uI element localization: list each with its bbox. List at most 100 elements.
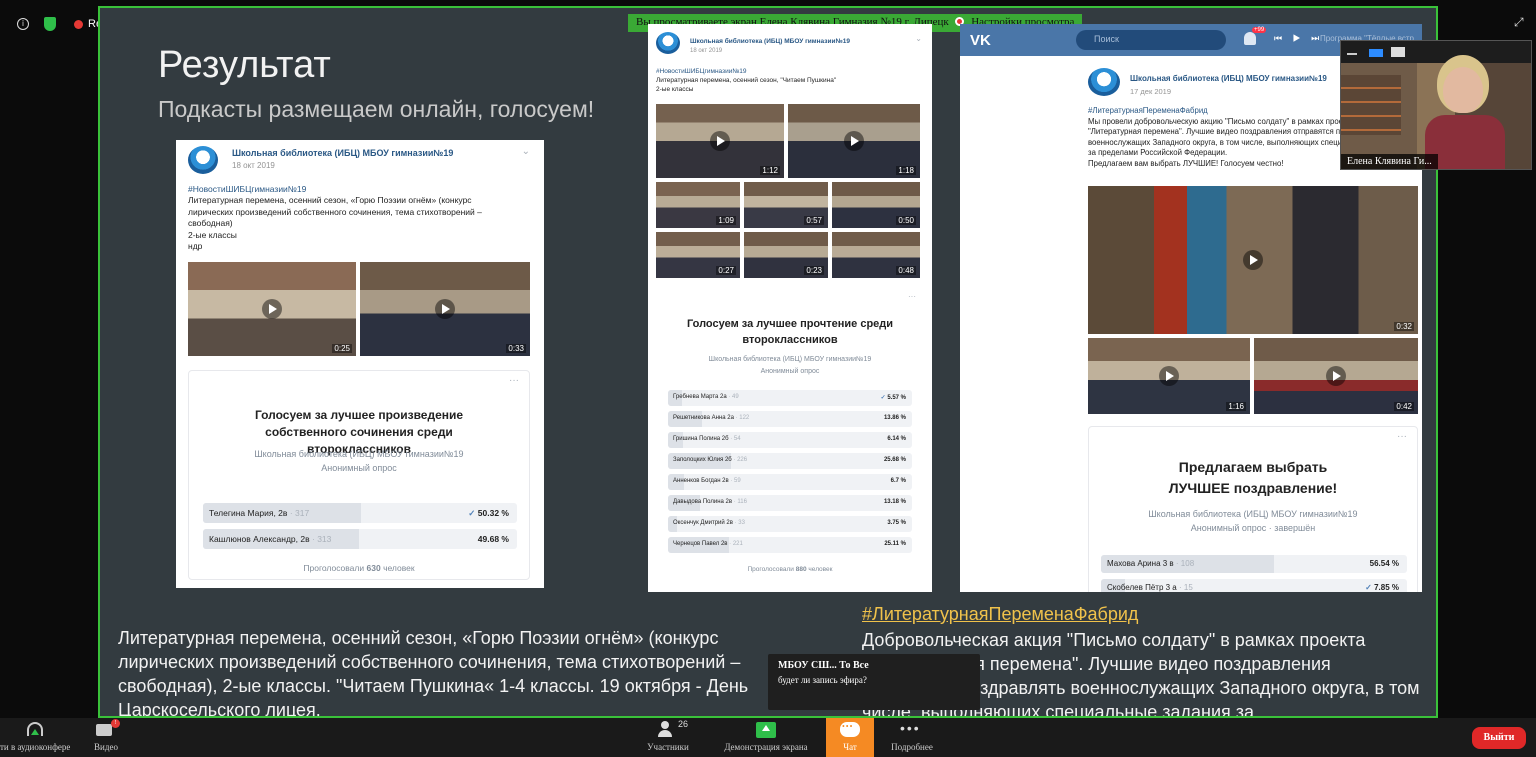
player-controls[interactable]: ⏮ ▶ ⏭ (1274, 33, 1323, 44)
minimize-icon[interactable] (1347, 53, 1357, 55)
option-name: Оксенчук Дмитрий 2в (673, 520, 733, 526)
poll-option[interactable]: Гребнева Марта 2а · 49 ✓ 5.57 % (668, 390, 912, 406)
slide-right-hashtag[interactable]: #ЛитературнаяПеременаФабрид (862, 604, 1138, 625)
poll-title: Предлагаем выбрать ЛУЧШЕЕ поздравление! (1168, 459, 1338, 496)
play-icon[interactable] (1159, 366, 1179, 386)
video-thumbnail[interactable]: 1:09 (656, 182, 740, 228)
video-duration: 1:16 (1226, 402, 1246, 411)
more-icon[interactable]: ··· (509, 375, 519, 386)
poll-option[interactable]: Скобелев Пётр 3 а · 15 ✓ 7.85 % (1101, 579, 1407, 592)
chat-button[interactable]: Чат (826, 718, 874, 757)
info-icon[interactable]: i (17, 18, 29, 30)
play-icon[interactable] (1326, 366, 1346, 386)
video-thumbnail[interactable]: 0:50 (832, 182, 920, 228)
post-body: Литературная перемена, осенний сезон, "Ч… (656, 76, 837, 84)
video-button[interactable]: ! Видео (80, 718, 132, 757)
voted-prefix: Проголосовали (303, 563, 365, 573)
participants-button[interactable]: 26 Участники (636, 718, 700, 757)
participants-count: 26 (678, 719, 689, 729)
poll-option[interactable]: Чернецов Павел 2в · 221 25.11 % (668, 537, 912, 553)
chat-label: Чат (843, 742, 857, 752)
poll-option-label: Анненков Богдан 2в · 59 (673, 478, 741, 484)
poll-option[interactable]: Заполоцких Юлия 2б · 226 25.68 % (668, 453, 912, 469)
chat-notification[interactable]: МБОУ СШ... То Все будет ли запись эфира? (768, 654, 980, 710)
video-duration: 0:33 (506, 344, 526, 353)
poll-voted-count: Проголосовали 630 человек (189, 563, 529, 573)
video-duration: 0:32 (1394, 322, 1414, 331)
poll-option-percent: 13.18 % (884, 499, 906, 505)
poll: Голосуем за лучшее прочтение среди второ… (648, 300, 932, 592)
check-icon: ✓ (1365, 583, 1372, 592)
post-hashtag[interactable]: #НовостиШИБЦгимназии№19 (656, 68, 916, 77)
video-thumbnail[interactable]: 0:57 (744, 182, 828, 228)
video-thumbnail[interactable]: 0:23 (744, 232, 828, 278)
share-screen-label: Демонстрация экрана (724, 742, 808, 752)
poll-option-label: Скобелев Пётр 3 а · 15 (1107, 583, 1193, 592)
play-icon[interactable] (1243, 250, 1263, 270)
more-icon[interactable]: ··· (1397, 431, 1407, 442)
check-icon: ✓ (468, 508, 476, 518)
poll-option[interactable]: Кашлюнов Александр, 2в · 313 49.68 % (203, 529, 517, 549)
fullscreen-icon[interactable]: ⤢ (1514, 16, 1526, 28)
post-hashtag[interactable]: #НовостиШИБЦгимназии№19 (188, 184, 518, 195)
view-toggle-icon[interactable] (1369, 49, 1383, 57)
option-count: · 226 (733, 457, 748, 463)
voted-suffix: человек (383, 563, 415, 573)
poll-option-percent: 6.14 % (887, 436, 906, 442)
poll-option[interactable]: Решетникова Анна 2а · 122 13.86 % (668, 411, 912, 427)
poll-option[interactable]: Гришина Полина 2б · 54 6.14 % (668, 432, 912, 448)
post-org-name[interactable]: Школьная библиотека (ИБЦ) МБОУ гимназии№… (232, 148, 453, 158)
post-date: 18 окт 2019 (690, 48, 723, 54)
poll-option[interactable]: Телегина Мария, 2в · 317 ✓ 50.32 % (203, 503, 517, 523)
post-classes: 2-ые классы (188, 229, 237, 240)
chevron-down-icon[interactable]: ⌄ (522, 146, 530, 157)
option-name: Махова Арина 3 в (1107, 559, 1174, 568)
video-thumbnail[interactable]: 0:48 (832, 232, 920, 278)
vk-search-input[interactable]: Поиск (1076, 30, 1226, 50)
video-thumbnail[interactable]: 1:18 (788, 104, 920, 178)
option-name: Давыдова Полина 2в (673, 499, 733, 505)
participants-label: Участники (647, 742, 689, 752)
chevron-down-icon[interactable]: ⌄ (915, 34, 922, 43)
vk-search-placeholder: Поиск (1094, 34, 1119, 44)
more-button[interactable]: ••• Подробнее (884, 718, 940, 757)
more-icon: ••• (900, 720, 921, 736)
poll-voted-count: Проголосовали 880 человек (648, 566, 932, 573)
video-thumbnail[interactable]: 0:42 (1254, 338, 1418, 414)
poll-option-percent: ✓ 5.57 % (881, 394, 906, 401)
option-count: · 108 (1175, 559, 1195, 568)
option-name: Анненков Богдан 2в (673, 478, 729, 484)
post-org-name[interactable]: Школьная библиотека (ИБЦ) МБОУ гимназии№… (1130, 74, 1327, 83)
poll-option[interactable]: Махова Арина 3 в · 108 56.54 % (1101, 555, 1407, 573)
poll-option-label: Оксенчук Дмитрий 2в · 33 (673, 520, 745, 526)
maximize-icon[interactable] (1391, 47, 1405, 57)
video-thumbnail[interactable]: 1:16 (1088, 338, 1250, 414)
post-extra: ндр (188, 241, 203, 252)
play-icon[interactable] (435, 299, 455, 319)
security-shield-icon[interactable] (44, 17, 56, 31)
video-thumbnail[interactable]: 0:33 (360, 262, 530, 356)
video-thumbnail[interactable]: 0:32 (1088, 186, 1418, 334)
video-duration: 0:25 (332, 344, 352, 353)
video-thumbnail[interactable]: 0:25 (188, 262, 356, 356)
play-icon[interactable] (844, 131, 864, 151)
post-org-name[interactable]: Школьная библиотека (ИБЦ) МБОУ гимназии№… (690, 38, 850, 45)
join-audio-button[interactable]: ти в аудиоконфере (0, 718, 70, 757)
video-thumbnail[interactable]: 0:27 (656, 232, 740, 278)
option-pct: 13.18 % (883, 499, 906, 505)
poll-option[interactable]: Оксенчук Дмитрий 2в · 33 3.75 % (668, 516, 912, 532)
play-icon[interactable] (710, 131, 730, 151)
poll-option[interactable]: Давыдова Полина 2в · 116 13.18 % (668, 495, 912, 511)
post-text: #НовостиШИБЦгимназии№19 Литературная пер… (188, 184, 518, 253)
shared-screen: Вы просматриваете экран Елена Клявина Ги… (98, 6, 1438, 718)
share-screen-button[interactable]: Демонстрация экрана (716, 718, 816, 757)
video-thumbnail[interactable]: 1:12 (656, 104, 784, 178)
vk-logo[interactable]: VK (970, 32, 991, 49)
webcam-controls (1341, 41, 1531, 63)
leave-meeting-button[interactable]: Выйти (1472, 727, 1526, 749)
play-icon[interactable] (262, 299, 282, 319)
bell-icon[interactable] (1244, 32, 1256, 45)
option-pct: 5.57 % (887, 395, 906, 401)
poll-option[interactable]: Анненков Богдан 2в · 59 6.7 % (668, 474, 912, 490)
webcam-thumbnail[interactable]: Елена Клявина Ги... (1340, 40, 1532, 170)
